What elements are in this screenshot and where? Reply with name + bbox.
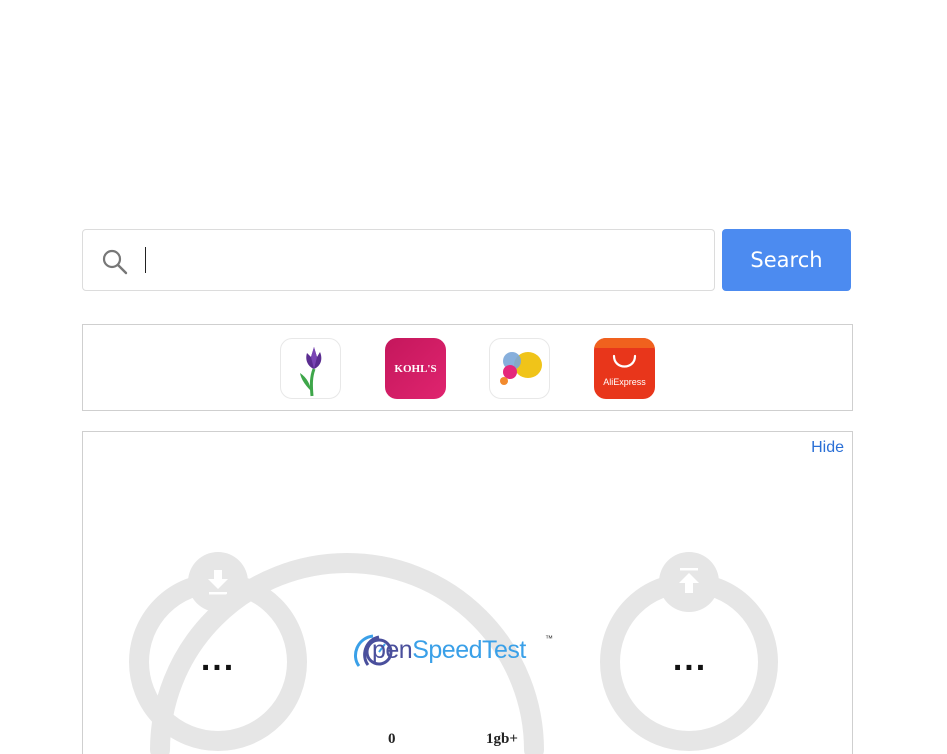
upload-value: ...: [672, 640, 708, 678]
tulip-icon: [300, 347, 322, 397]
brand-text: penSpeedTest: [372, 636, 526, 664]
trademark: ™: [545, 634, 553, 643]
svg-text:KOHL'S: KOHL'S: [394, 363, 436, 375]
kohls-icon: KOHL'S: [385, 338, 446, 399]
search-box[interactable]: [82, 229, 715, 291]
speedtest-panel: Hide ... ... penSpeedTest ™ 0 1gb+: [82, 431, 853, 754]
kohls-shortcut[interactable]: KOHL'S: [385, 338, 446, 399]
scale-min-label: 0: [388, 731, 396, 747]
search-icon: [101, 248, 129, 276]
tulip-shortcut[interactable]: [280, 338, 341, 399]
search-input[interactable]: [143, 240, 703, 280]
svg-text:AliExpress: AliExpress: [603, 377, 646, 387]
speed-gauges: [129, 552, 778, 754]
scale-max-label: 1gb+: [486, 731, 518, 747]
text-caret: [145, 247, 146, 273]
aliexpress-icon: AliExpress: [594, 338, 655, 399]
aliexpress-shortcut[interactable]: AliExpress: [594, 338, 655, 399]
shortcut-bar: KOHL'S AliExpress: [82, 324, 853, 411]
bubbles-icon: [500, 352, 542, 385]
bubbles-shortcut[interactable]: [489, 338, 550, 399]
download-value: ...: [200, 640, 236, 678]
openspeedtest-logo: penSpeedTest ™: [353, 632, 573, 672]
search-button[interactable]: Search: [722, 229, 851, 291]
